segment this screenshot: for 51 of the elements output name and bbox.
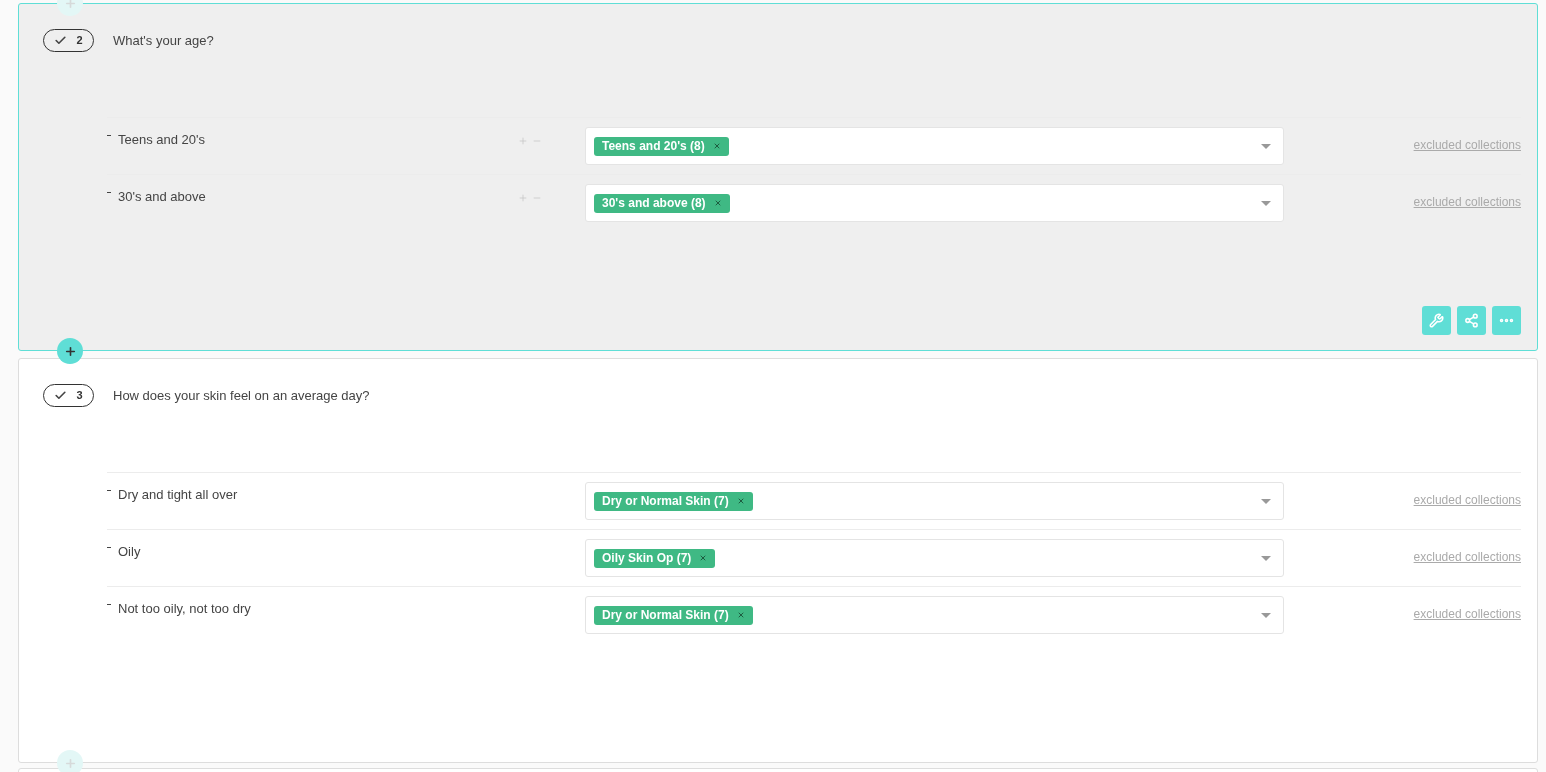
remove-icon[interactable] (736, 611, 745, 619)
check-icon (54, 34, 68, 47)
plus-icon (518, 136, 528, 147)
tag-label: Teens and 20's (8) (602, 138, 705, 155)
option-label: Not too oily, not too dry (118, 600, 252, 618)
plus-icon (63, 344, 77, 358)
remove-icon[interactable] (713, 199, 722, 207)
dash-mark (107, 490, 111, 491)
wrench-icon (1429, 313, 1444, 328)
dropdown-caret-icon (1261, 200, 1271, 206)
question-number: 2 (76, 33, 83, 49)
tag-label: Oily Skin Op (7) (602, 550, 692, 567)
question-number: 3 (76, 388, 83, 404)
option-label: Oily (118, 543, 142, 561)
excluded-collections-link[interactable]: excluded collections (1413, 548, 1521, 566)
option-label: 30's and above (118, 188, 207, 206)
excluded-collections-link[interactable]: excluded collections (1413, 193, 1521, 211)
tag-label: Dry or Normal Skin (7) (602, 493, 729, 510)
nodes-icon (1464, 313, 1479, 328)
dash-mark (107, 192, 111, 193)
collection-select[interactable]: Dry or Normal Skin (7) (585, 596, 1284, 634)
dropdown-caret-icon (1261, 612, 1271, 618)
remove-icon[interactable] (736, 497, 745, 505)
dash-mark (107, 135, 111, 136)
dropdown-caret-icon (1261, 555, 1271, 561)
check-icon (54, 389, 68, 402)
question-text: How does your skin feel on an average day? (113, 386, 370, 405)
dropdown-caret-icon (1261, 143, 1271, 149)
remove-icon[interactable] (712, 142, 721, 150)
collection-select[interactable]: Teens and 20's (8) (585, 127, 1284, 165)
dash-mark (107, 547, 111, 548)
excluded-collections-link[interactable]: excluded collections (1413, 136, 1521, 154)
remove-icon[interactable] (699, 554, 708, 562)
option-label: Dry and tight all over (118, 486, 239, 504)
excluded-collections-link[interactable]: excluded collections (1413, 491, 1521, 509)
tag-label: Dry or Normal Skin (7) (602, 607, 729, 624)
plus-icon (63, 0, 77, 10)
excluded-collections-link[interactable]: excluded collections (1413, 605, 1521, 623)
collection-select[interactable]: Dry or Normal Skin (7) (585, 482, 1284, 520)
settings-button[interactable] (1422, 306, 1451, 335)
more-button[interactable] (1492, 306, 1521, 335)
question-text: What's your age? (113, 31, 214, 50)
option-label: Teens and 20's (118, 131, 207, 149)
collection-select[interactable]: 30's and above (8) (585, 184, 1284, 222)
collection-select[interactable]: Oily Skin Op (7) (585, 539, 1284, 577)
plus-icon (518, 193, 528, 204)
branching-button[interactable] (1457, 306, 1486, 335)
dash-mark (107, 604, 111, 605)
plus-icon (63, 756, 77, 770)
tag-label: 30's and above (8) (602, 195, 706, 212)
dropdown-caret-icon (1261, 498, 1271, 504)
